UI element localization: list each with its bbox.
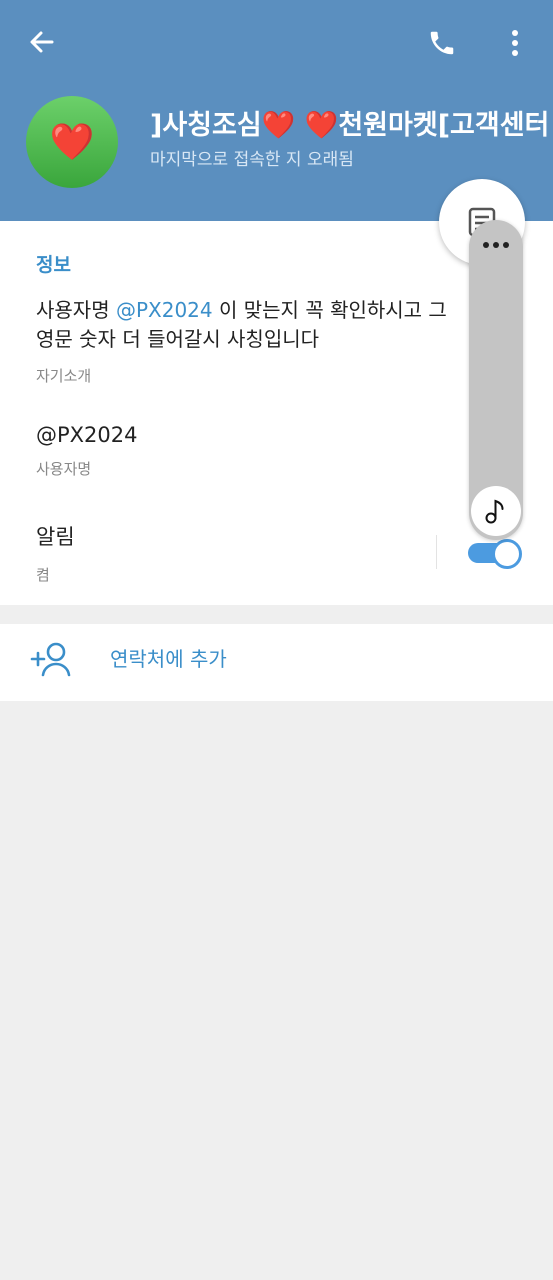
username-value[interactable]: @PX2024	[36, 421, 138, 449]
notifications-label[interactable]: 알림	[36, 523, 75, 551]
divider	[436, 535, 437, 569]
bio-line-1: 사용자명 @PX2024 이 맞는지 꼭 확인하시고 그	[36, 296, 536, 325]
bio-rest: 이 맞는지 꼭 확인하시고 그	[212, 298, 447, 322]
notifications-state: 켬	[36, 566, 50, 584]
music-note-button[interactable]	[471, 486, 521, 536]
back-button[interactable]	[22, 22, 62, 62]
call-button[interactable]	[421, 22, 463, 64]
last-seen-status: 마지막으로 접속한 지 오래됨	[150, 150, 354, 170]
toggle-knob	[492, 539, 522, 569]
floating-overlay-panel[interactable]	[469, 220, 523, 540]
bio-mention-link[interactable]: @PX2024	[116, 298, 213, 322]
bio-text[interactable]: 사용자명 @PX2024 이 맞는지 꼭 확인하시고 그 영문 숫자 더 들어갈…	[36, 296, 536, 354]
overlay-menu-icon[interactable]	[469, 238, 523, 252]
info-section-title: 정보	[36, 254, 71, 276]
more-vert-icon	[512, 30, 518, 56]
phone-icon	[430, 31, 454, 55]
notifications-toggle[interactable]	[468, 538, 522, 569]
bio-line-2: 영문 숫자 더 들어갈시 사칭입니다	[36, 327, 320, 351]
add-user-icon	[30, 642, 71, 677]
bio-caption: 자기소개	[36, 367, 92, 385]
bio-prefix: 사용자명	[36, 298, 116, 322]
music-note-icon	[485, 499, 504, 524]
add-contact-row[interactable]	[0, 624, 553, 701]
more-options-button[interactable]	[500, 22, 530, 64]
back-arrow-icon	[30, 31, 54, 53]
avatar[interactable]: ❤️	[26, 96, 118, 188]
add-contact-label[interactable]: 연락처에 추가	[110, 645, 227, 673]
username-caption: 사용자명	[36, 460, 92, 478]
heart-emoji: ❤️	[49, 122, 95, 163]
contact-name: ]사칭조심❤️ ❤️천원마켓[고객센터	[150, 110, 550, 141]
